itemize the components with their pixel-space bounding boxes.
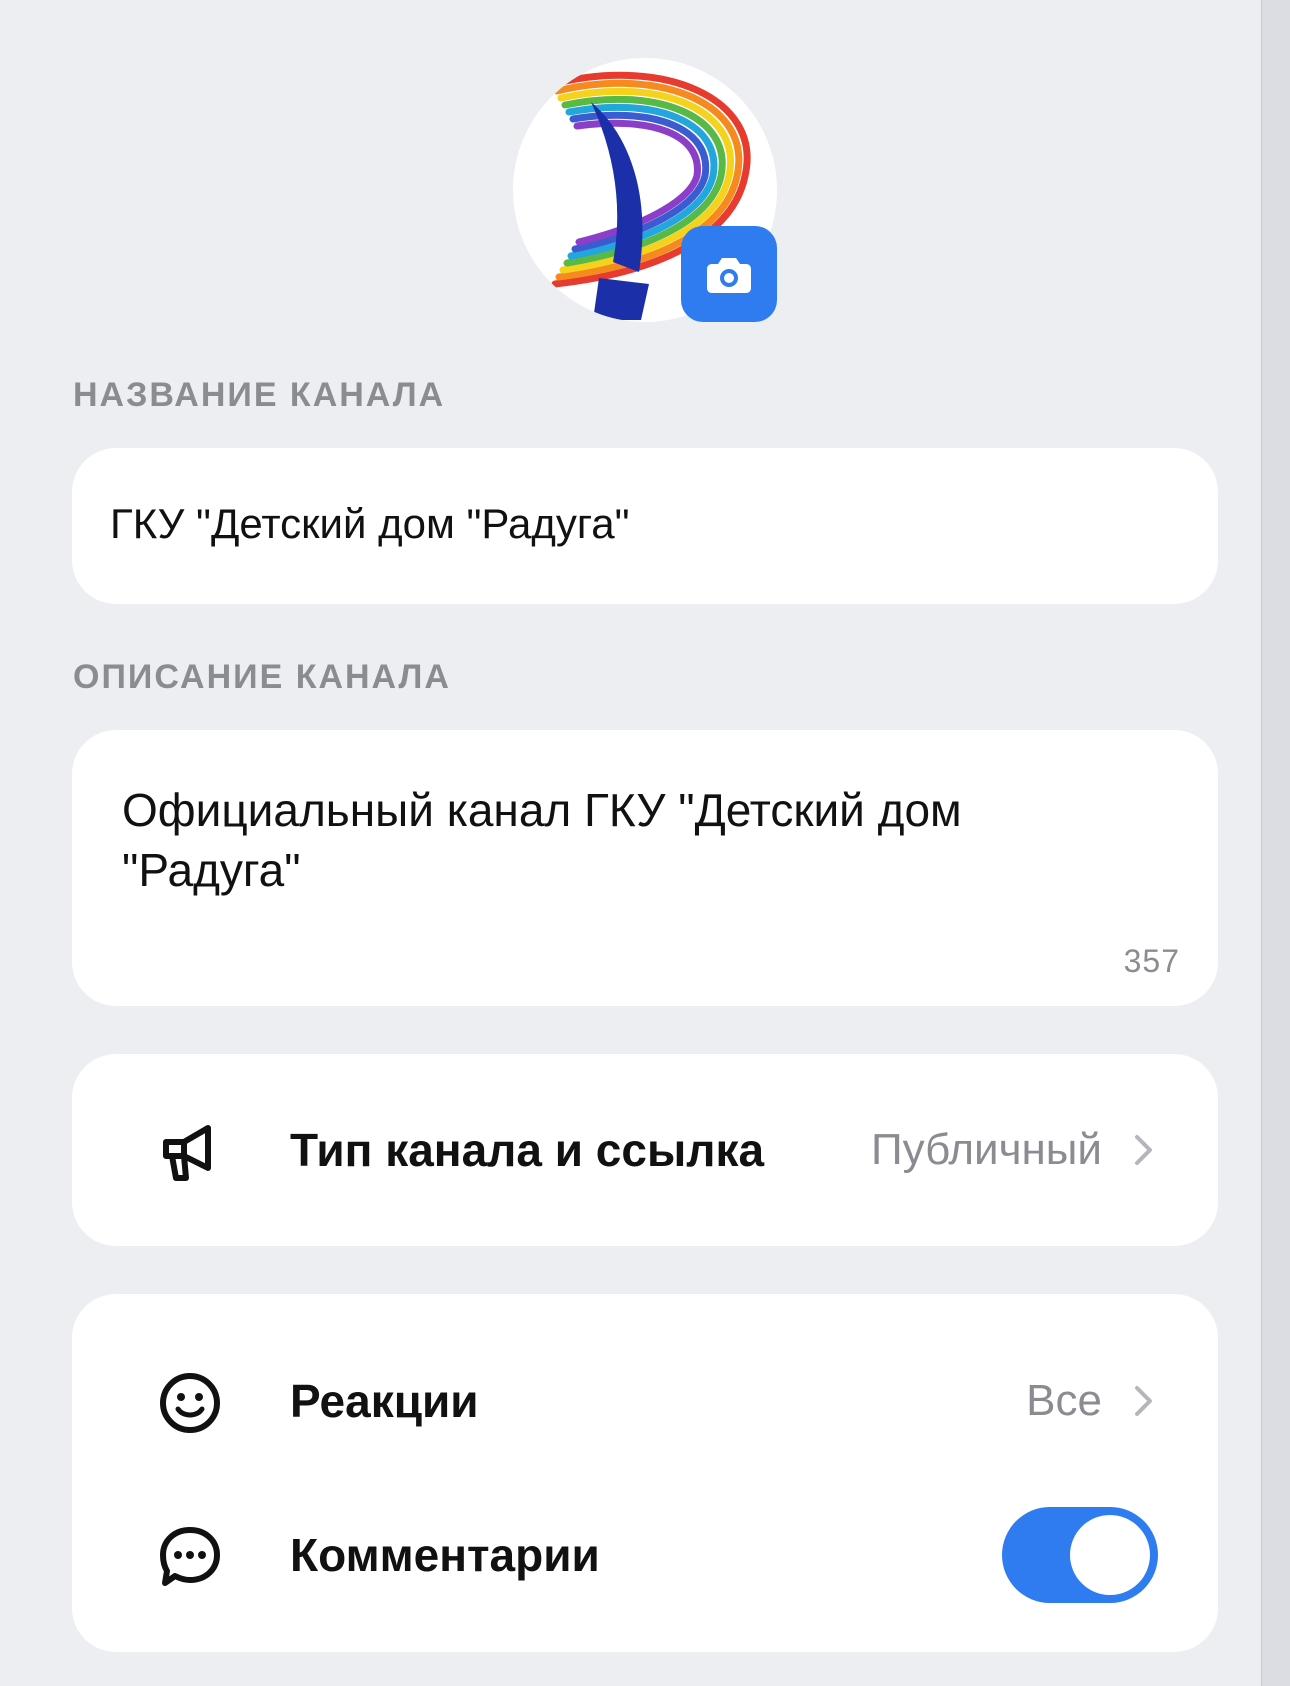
channel-name-value[interactable]: ГКУ "Детский дом "Радуга" xyxy=(110,500,630,548)
camera-icon xyxy=(707,258,751,293)
reactions-value: Все xyxy=(1026,1376,1102,1425)
channel-name-label: НАЗВАНИЕ КАНАЛА xyxy=(73,376,446,414)
smile-icon xyxy=(160,1373,220,1433)
description-char-counter: 357 xyxy=(1123,943,1180,979)
toggle-knob xyxy=(1070,1515,1150,1595)
channel-type-link-row[interactable]: Тип канала и ссылка Публичный xyxy=(72,1075,1218,1225)
reactions-label: Реакции xyxy=(290,1375,479,1427)
channel-type-card: Тип канала и ссылка Публичный xyxy=(72,1054,1218,1246)
chevron-right-icon xyxy=(1135,1386,1152,1416)
chevron-right-icon xyxy=(1135,1135,1152,1165)
scrollbar[interactable] xyxy=(1261,0,1290,1686)
channel-description-value[interactable]: Официальный канал ГКУ "Детский дом "Раду… xyxy=(122,780,1122,900)
channel-description-field[interactable]: Официальный канал ГКУ "Детский дом "Раду… xyxy=(72,730,1218,1006)
change-photo-button[interactable] xyxy=(681,226,777,322)
comments-row[interactable]: Комментарии xyxy=(72,1480,1218,1630)
channel-description-label: ОПИСАНИЕ КАНАЛА xyxy=(73,658,451,696)
interactions-card: Реакции Все Комментарии xyxy=(72,1294,1218,1652)
channel-avatar-group[interactable] xyxy=(513,58,777,322)
channel-edit-screen: НАЗВАНИЕ КАНАЛА ГКУ "Детский дом "Радуга… xyxy=(0,0,1290,1686)
channel-type-link-label: Тип канала и ссылка xyxy=(290,1124,765,1176)
channel-type-value: Публичный xyxy=(870,1125,1102,1174)
chat-bubble-icon xyxy=(160,1527,220,1586)
comments-toggle[interactable] xyxy=(1002,1507,1158,1603)
channel-name-field[interactable]: ГКУ "Детский дом "Радуга" xyxy=(72,448,1218,604)
reactions-row[interactable]: Реакции Все xyxy=(72,1326,1218,1476)
comments-label: Комментарии xyxy=(290,1529,600,1581)
megaphone-icon xyxy=(163,1125,211,1181)
